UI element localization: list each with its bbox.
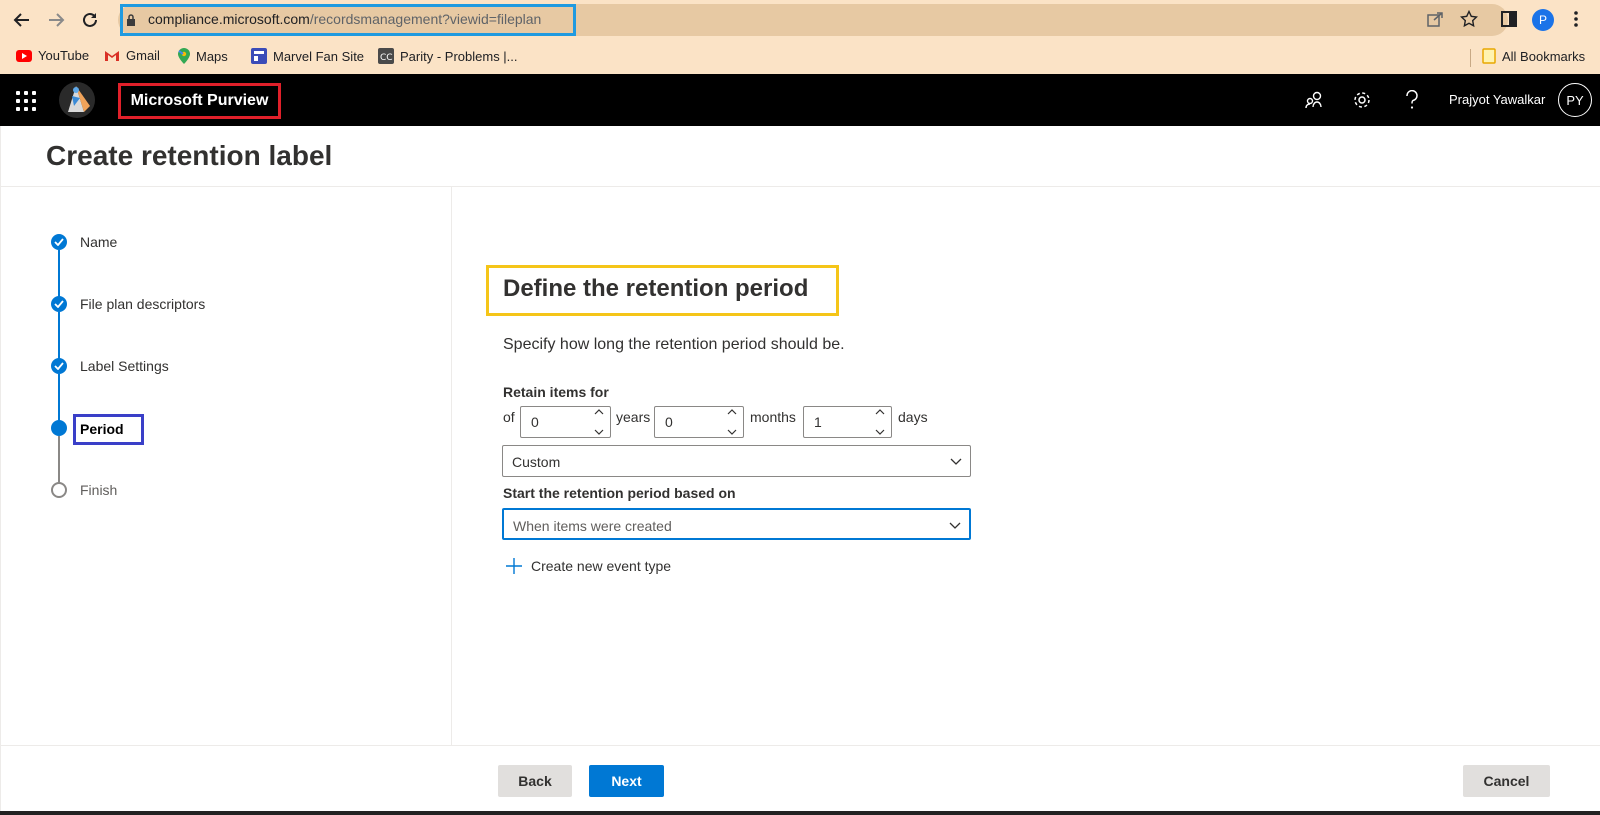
step-finish: Finish: [80, 482, 118, 498]
help-icon[interactable]: [1400, 88, 1424, 112]
days-stepper[interactable]: [803, 406, 892, 438]
all-bookmarks[interactable]: All Bookmarks: [1482, 48, 1585, 64]
period-unit-dropdown[interactable]: Custom: [502, 445, 971, 477]
page-left-border: [0, 126, 1, 815]
start-period-dropdown[interactable]: When items were created: [502, 508, 971, 540]
browser-toolbar: compliance.microsoft.com/recordsmanageme…: [0, 0, 1600, 40]
plus-icon: [506, 558, 522, 574]
url-highlight-box: [120, 4, 576, 36]
section-heading: Define the retention period: [503, 275, 809, 302]
all-bookmarks-label: All Bookmarks: [1502, 48, 1586, 64]
bookmark-label: Parity - Problems |...: [400, 48, 518, 64]
bookmark-label: Marvel Fan Site: [273, 48, 365, 64]
years-stepper[interactable]: [520, 406, 611, 438]
window-bottom-edge: [0, 811, 1600, 815]
bookmark-marvel[interactable]: Marvel Fan Site: [251, 48, 364, 64]
star-icon[interactable]: [1459, 9, 1479, 33]
start-period-label: Start the retention period based on: [503, 485, 736, 501]
years-text: years: [616, 409, 651, 425]
step-check-icon: [51, 296, 67, 312]
bookmark-maps[interactable]: Maps: [178, 48, 228, 64]
chevron-down-icon: [949, 522, 961, 529]
gear-icon[interactable]: [1350, 88, 1374, 112]
avatar[interactable]: PY: [1558, 83, 1592, 117]
chevron-up-icon[interactable]: [875, 409, 885, 415]
chevron-up-icon[interactable]: [727, 409, 737, 415]
bookmarks-bar: YouTube Gmail Maps Marvel Fan Site CC Pa…: [0, 40, 1600, 74]
forward-arrow-icon[interactable]: [44, 8, 68, 32]
purview-logo: [54, 76, 100, 124]
bookmarks-divider: [1470, 49, 1471, 67]
title-divider: [0, 186, 1600, 187]
chevron-down-icon[interactable]: [727, 429, 737, 435]
period-unit-value: Custom: [512, 454, 561, 470]
next-button[interactable]: Next: [589, 765, 664, 797]
folder-icon: [1482, 48, 1496, 64]
months-text: months: [750, 409, 796, 425]
months-stepper[interactable]: [654, 406, 744, 438]
step-empty-circle-icon: [51, 482, 67, 498]
side-panel-icon[interactable]: [1500, 10, 1518, 33]
step-check-icon: [51, 234, 67, 250]
step-name[interactable]: Name: [80, 234, 117, 250]
step-file-plan-descriptors[interactable]: File plan descriptors: [80, 296, 205, 312]
chevron-down-icon[interactable]: [594, 429, 604, 435]
site-icon: [251, 48, 267, 64]
browser-profile-avatar[interactable]: P: [1532, 9, 1554, 31]
back-arrow-icon[interactable]: [10, 8, 34, 32]
cancel-button[interactable]: Cancel: [1463, 765, 1550, 797]
bookmark-parity[interactable]: CC Parity - Problems |...: [378, 48, 518, 64]
page-title: Create retention label: [46, 140, 333, 171]
section-description: Specify how long the retention period sh…: [503, 336, 845, 353]
chevron-down-icon: [950, 458, 962, 465]
svg-text:CC: CC: [380, 53, 393, 63]
chevron-down-icon[interactable]: [875, 429, 885, 435]
wizard-nav-divider: [451, 187, 452, 745]
step-current-dot-icon: [51, 420, 67, 436]
cc-icon: CC: [378, 48, 394, 64]
app-launcher-icon[interactable]: [14, 89, 36, 111]
share-icon[interactable]: [1426, 10, 1444, 33]
bookmark-label: Maps: [196, 48, 228, 64]
step-connector: [58, 312, 60, 359]
gmail-icon: [105, 50, 119, 61]
step-check-icon: [51, 358, 67, 374]
user-name[interactable]: Prajyot Yawalkar: [1449, 92, 1545, 107]
step-label-settings[interactable]: Label Settings: [80, 358, 169, 374]
step-connector: [58, 250, 60, 297]
app-header: Microsoft Purview Prajyot Yawalkar PY: [0, 74, 1600, 126]
bookmark-label: YouTube: [38, 48, 90, 63]
start-period-value: When items were created: [513, 518, 672, 534]
bookmark-label: Gmail: [126, 48, 160, 63]
community-icon[interactable]: [1302, 88, 1326, 112]
back-button[interactable]: Back: [498, 765, 572, 797]
create-event-type-link[interactable]: Create new event type: [505, 557, 671, 575]
brand-highlight-box[interactable]: Microsoft Purview: [118, 83, 281, 119]
of-text: of: [503, 409, 515, 425]
maps-icon: [178, 48, 190, 64]
brand-name: Microsoft Purview: [130, 92, 269, 109]
more-vertical-icon[interactable]: [1573, 10, 1579, 33]
step-connector: [58, 436, 60, 483]
chevron-up-icon[interactable]: [594, 409, 604, 415]
footer-divider: [0, 745, 1600, 746]
create-event-type-label: Create new event type: [531, 558, 672, 574]
step-period[interactable]: Period: [80, 421, 124, 437]
youtube-icon: [16, 49, 32, 62]
step-connector: [58, 374, 60, 421]
retain-items-label: Retain items for: [503, 384, 609, 400]
reload-icon[interactable]: [78, 8, 102, 32]
bookmark-gmail[interactable]: Gmail: [104, 48, 160, 63]
days-text: days: [898, 409, 928, 425]
bookmark-youtube[interactable]: YouTube: [16, 48, 89, 63]
